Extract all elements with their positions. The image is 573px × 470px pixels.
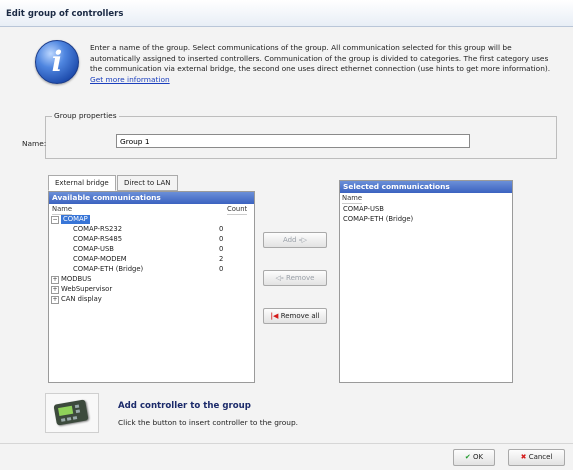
name-label: Name: [22,139,47,148]
window-title: Edit group of controllers [6,9,124,19]
remove-all-label: Remove all [280,312,320,320]
available-count-column[interactable]: Count [227,204,248,215]
intro-paragraph: Enter a name of the group. Select commun… [90,43,551,73]
add-controller-button[interactable] [45,393,99,433]
available-communications-panel: Available communications Name Count − CO… [48,191,255,383]
add-controller-title: Add controller to the group [118,401,251,411]
tab-direct-to-lan[interactable]: Direct to LAN [117,175,178,191]
tree-group-websupervisor[interactable]: + WebSupervisor [49,285,254,294]
selected-communications-list: COMAP-USB COMAP-ETH (Bridge) [340,204,512,382]
remove-button[interactable]: ◁- Remove [263,270,327,286]
tab-external-bridge[interactable]: External bridge [48,175,116,191]
ok-button[interactable]: ✔ OK [453,449,495,466]
remove-all-icon: |◀ [270,312,279,320]
available-communications-tree: − COMAP COMAP-RS232 0 COMAP-RS485 0 COMA… [49,215,254,382]
close-icon: ✖ [520,453,527,461]
tree-item-comap-eth-bridge[interactable]: COMAP-ETH (Bridge) 0 [49,265,254,274]
selected-communications-header: Selected communications [340,181,512,193]
tree-item-comap-rs485[interactable]: COMAP-RS485 0 [49,235,254,244]
cancel-label: Cancel [528,453,553,461]
title-bar: Edit group of controllers [0,0,573,27]
info-icon: i [35,40,79,84]
tree-group-can-display[interactable]: + CAN display [49,295,254,304]
get-more-information-link[interactable]: Get more information [90,75,170,84]
remove-label: Remove [286,274,315,282]
available-name-column[interactable]: Name [52,204,73,215]
group-properties-legend: Group properties [52,111,119,120]
available-communications-header: Available communications [49,192,254,204]
add-label: Add [282,236,297,244]
expand-icon[interactable]: + [51,286,59,294]
collapse-icon[interactable]: − [51,216,59,224]
tree-item-comap-rs232[interactable]: COMAP-RS232 0 [49,225,254,234]
tree-group-label: COMAP [61,215,90,224]
group-name-input[interactable] [116,134,470,148]
footer-divider [0,443,573,444]
selected-name-column[interactable]: Name [342,193,363,204]
ok-label: OK [473,453,484,461]
check-icon: ✔ [464,453,471,461]
expand-icon[interactable]: + [51,296,59,304]
selected-item-comap-eth-bridge[interactable]: COMAP-ETH (Bridge) [343,215,512,224]
controller-device-icon [53,399,89,426]
tree-group-comap[interactable]: − COMAP [49,215,254,224]
arrow-left-icon: ◁- [275,274,284,282]
tree-item-comap-modem[interactable]: COMAP-MODEM 2 [49,255,254,264]
tree-item-comap-usb[interactable]: COMAP-USB 0 [49,245,254,254]
selected-communications-panel: Selected communications Name COMAP-USB C… [339,180,513,383]
add-controller-description: Click the button to insert controller to… [118,418,299,427]
expand-icon[interactable]: + [51,276,59,284]
tree-group-modbus[interactable]: + MODBUS [49,275,254,284]
remove-all-button[interactable]: |◀ Remove all [263,308,327,324]
intro-text: Enter a name of the group. Select commun… [90,43,555,85]
cancel-button[interactable]: ✖ Cancel [508,449,565,466]
arrow-right-icon: -▷ [298,236,308,244]
add-button[interactable]: Add -▷ [263,232,327,248]
selected-item-comap-usb[interactable]: COMAP-USB [343,205,512,214]
